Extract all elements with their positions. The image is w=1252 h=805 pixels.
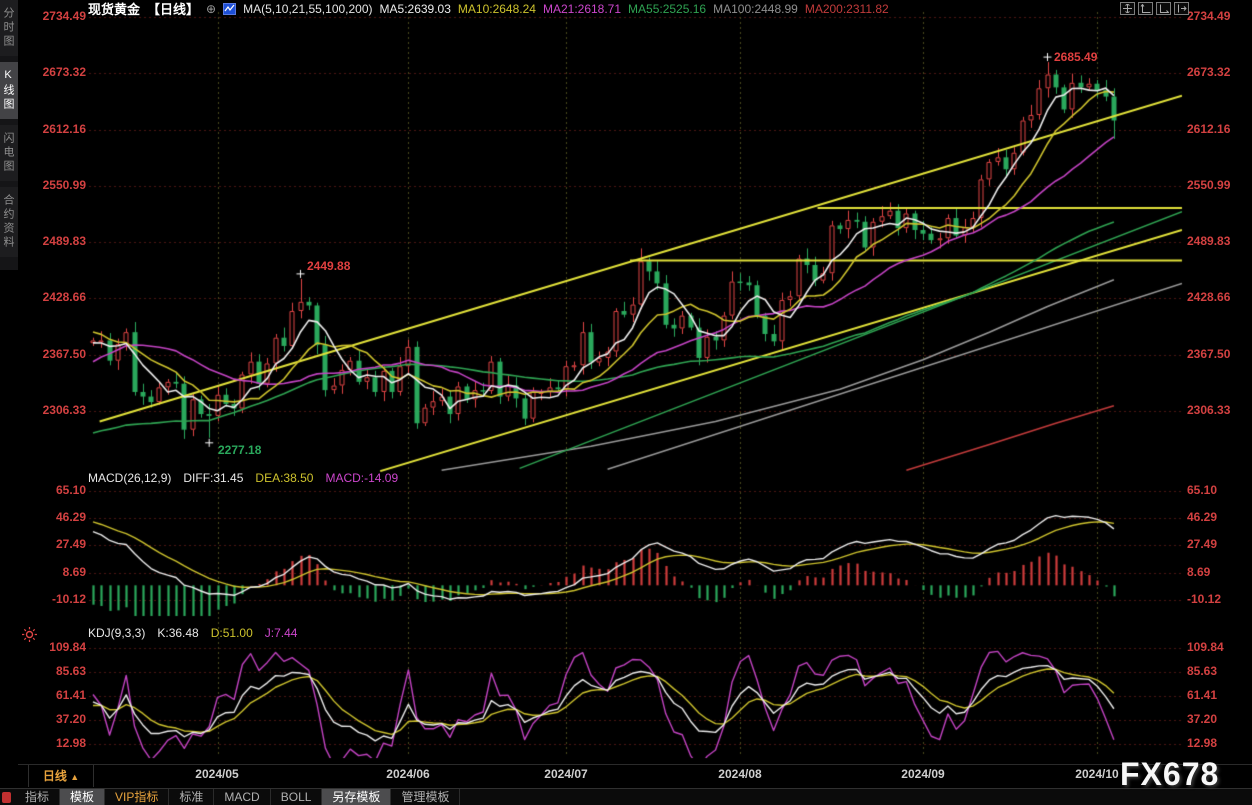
high-price-annotation: 2685.49 [1054,50,1097,64]
sidebar-tab-kline[interactable]: K线图 [0,62,18,119]
indicator-chart-icon[interactable] [223,3,236,15]
axis-tick-label: 46.29 [1187,510,1217,524]
axis-tick-label: 12.98 [1187,736,1217,750]
axis-tick-label: 2367.50 [43,347,86,361]
axis-tick-label: 2489.83 [43,234,86,248]
price-axis-right: 2734.49 2673.32 2612.16 2550.99 2489.83 … [1187,0,1251,760]
month-gridline-label: 2024/06 [378,767,438,781]
macd-header: MACD(26,12,9) DIFF:31.45 DEA:38.50 MACD:… [88,471,398,485]
axis-tick-label: 85.63 [56,664,86,678]
axis-tick-label: 2428.66 [43,290,86,304]
x-axis-scale-icon[interactable] [1156,2,1171,15]
sidebar-tab-timeshare[interactable]: 分时图 [0,0,18,56]
axis-tick-label: 2612.16 [43,122,86,136]
axis-tick-label: 2673.32 [1187,65,1230,79]
bottom-toolbar: 指标 模板 VIP指标 标准 MACD BOLL 另存模板 管理模板 [0,788,1252,805]
chart-canvas[interactable] [0,0,1252,805]
kdj-params-label: KDJ(9,3,3) [88,626,145,640]
axis-tick-label: 2306.33 [1187,403,1230,417]
axis-tick-label: 2734.49 [43,9,86,23]
axis-tick-label: 2428.66 [1187,290,1230,304]
sidebar-tab-lightning[interactable]: 闪电图 [0,125,18,181]
month-gridline-label: 2024/10 [1067,767,1127,781]
period-label: 日线 [43,769,67,783]
axis-tick-label: 2550.99 [1187,178,1230,192]
month-gridline-label: 2024/05 [187,767,247,781]
ma55-value: MA55:2525.16 [628,2,706,16]
fx678-logo: FX678 [1120,756,1219,793]
month-gridline-label: 2024/09 [893,767,953,781]
axis-tick-label: 2550.99 [43,178,86,192]
macd-macd-value: MACD:-14.09 [325,471,398,485]
low-price-annotation: 2277.18 [218,443,261,457]
axis-tick-label: 2673.32 [43,65,86,79]
month-gridline-label: 2024/07 [536,767,596,781]
macd-params-label: MACD(26,12,9) [88,471,171,485]
toolbar-save-template[interactable]: 另存模板 [322,789,391,805]
swing-high-annotation: 2449.88 [307,259,350,273]
axis-tick-label: 65.10 [1187,483,1217,497]
axis-tick-label: 27.49 [56,537,86,551]
sidebar-tab-contract-info[interactable]: 合约资料 [0,187,18,257]
macd-dea-value: DEA:38.50 [255,471,313,485]
chart-tool-icons [1120,2,1189,15]
axis-tick-label: -10.12 [52,592,86,606]
axis-tick-label: 46.29 [56,510,86,524]
axis-tick-label: 8.69 [63,565,86,579]
symbol-title: 现货黄金 [88,0,140,18]
toolbar-manage-template[interactable]: 管理模板 [391,789,460,805]
toolbar-standard[interactable]: 标准 [169,789,214,805]
toolbar-indicators[interactable]: 指标 [15,789,60,805]
axis-tick-label: 109.84 [1187,640,1224,654]
shift-chart-icon[interactable] [1174,2,1189,15]
toolbar-boll[interactable]: BOLL [271,789,323,805]
axis-tick-label: 2734.49 [1187,9,1230,23]
toolbar-vip-indicators[interactable]: VIP指标 [105,789,169,805]
expand-icon[interactable]: ⊕ [206,2,216,16]
kdj-d-value: D:51.00 [211,626,253,640]
left-sidebar: 分时图 K线图 闪电图 合约资料 [0,0,18,270]
ma200-value: MA200:2311.82 [805,2,889,16]
axis-tick-label: -10.12 [1187,592,1221,606]
ma10-value: MA10:2648.24 [458,2,536,16]
kdj-settings-icon[interactable] [22,627,37,647]
axis-tick-label: 37.20 [1187,712,1217,726]
axis-tick-label: 85.63 [1187,664,1217,678]
axis-tick-label: 2306.33 [43,403,86,417]
period-tag: 【日线】 [147,0,199,18]
axis-tick-label: 2489.83 [1187,234,1230,248]
chevron-up-icon: ▲ [70,772,79,782]
axis-tick-label: 2367.50 [1187,347,1230,361]
toolbar-corner-icon[interactable] [2,792,11,803]
ma21-value: MA21:2618.71 [543,2,621,16]
ma-params-label: MA(5,10,21,55,100,200) [243,2,372,16]
axis-tick-label: 37.20 [56,712,86,726]
axis-tick-label: 2612.16 [1187,122,1230,136]
toolbar-macd[interactable]: MACD [214,789,270,805]
axis-tick-label: 65.10 [56,483,86,497]
macd-diff-value: DIFF:31.45 [183,471,243,485]
y-axis-scale-icon[interactable] [1138,2,1153,15]
kdj-header: KDJ(9,3,3) K:36.48 D:51.00 J:7.44 [88,626,297,640]
axis-tick-label: 12.98 [56,736,86,750]
trading-chart-app: 分时图 K线图 闪电图 合约资料 现货黄金 【日线】 ⊕ MA(5,10,21,… [0,0,1252,805]
toolbar-template[interactable]: 模板 [60,789,105,805]
axis-tick-label: 61.41 [1187,688,1217,702]
axis-tick-label: 61.41 [56,688,86,702]
ma100-value: MA100:2448.99 [713,2,798,16]
period-selector[interactable]: 日线 ▲ [28,765,94,787]
axis-tick-label: 8.69 [1187,565,1210,579]
kdj-k-value: K:36.48 [157,626,198,640]
pan-tool-icon[interactable] [1120,2,1135,15]
chart-header: 现货黄金 【日线】 ⊕ MA(5,10,21,55,100,200) MA5:2… [88,0,889,17]
ma5-value: MA5:2639.03 [380,2,451,16]
kdj-j-value: J:7.44 [265,626,298,640]
axis-tick-label: 27.49 [1187,537,1217,551]
axis-tick-label: 109.84 [49,640,86,654]
month-gridline-label: 2024/08 [710,767,770,781]
